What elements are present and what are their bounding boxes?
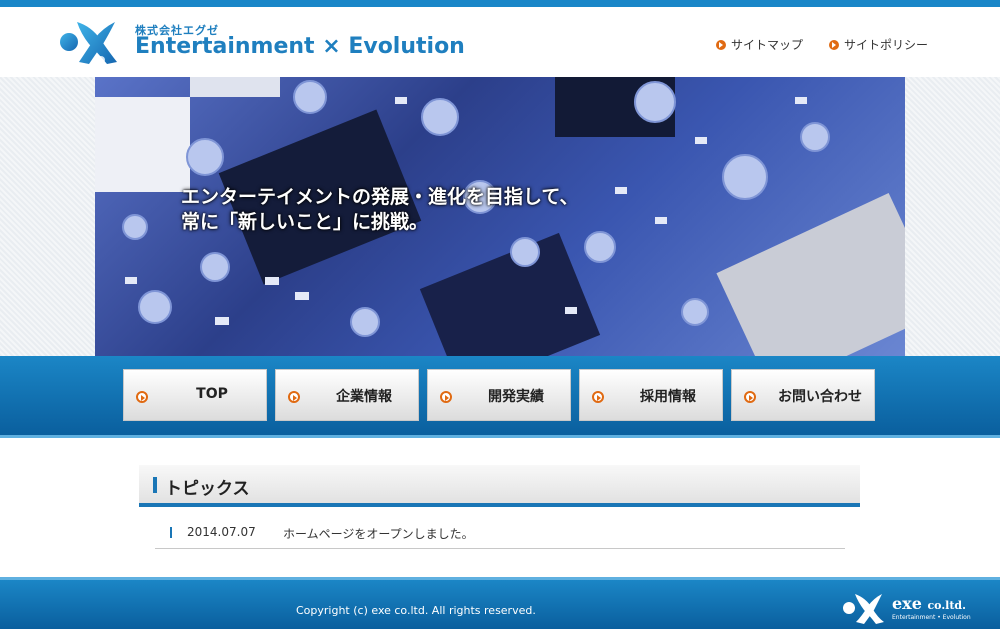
site-policy-link[interactable]: サイトポリシー bbox=[828, 36, 928, 53]
news-text-link[interactable]: ホームページをオープンしました。 bbox=[283, 525, 474, 542]
footer-brand-main: exe bbox=[892, 594, 922, 613]
site-footer: Copyright (c) exe co.ltd. All rights res… bbox=[0, 577, 1000, 629]
hero-image-circuit-board: エンターテイメントの発展・進化を目指して、 常に「新しいこと」に挑戦。 bbox=[95, 77, 905, 356]
news-bar-marker bbox=[170, 527, 172, 538]
site-logo[interactable]: 株式会社エグゼ Entertainment × Evolution bbox=[57, 16, 465, 68]
news-date: 2014.07.07 bbox=[187, 525, 256, 539]
nav-recruit-label: 採用情報 bbox=[640, 389, 696, 405]
news-item: 2014.07.07 ホームページをオープンしました。 bbox=[155, 519, 845, 549]
global-nav: TOP 企業情報 開発実績 採用情報 お問い合わせ bbox=[123, 369, 875, 421]
nav-recruit-button[interactable]: 採用情報 bbox=[579, 369, 723, 421]
topics-title: トピックス bbox=[165, 479, 250, 499]
orange-arrow-icon bbox=[136, 391, 148, 403]
global-nav-band: TOP 企業情報 開発実績 採用情報 お問い合わせ bbox=[0, 356, 1000, 438]
nav-contact-label: お問い合わせ bbox=[778, 389, 862, 405]
nav-top-button[interactable]: TOP bbox=[123, 369, 267, 421]
top-accent-strip bbox=[0, 0, 1000, 7]
orange-arrow-icon bbox=[715, 39, 726, 50]
topics-heading: トピックス bbox=[139, 465, 860, 507]
hero-copy-line2: 常に「新しいこと」に挑戦。 bbox=[181, 211, 429, 233]
sitemap-link-label: サイトマップ bbox=[730, 38, 803, 52]
orange-arrow-icon bbox=[744, 391, 756, 403]
heading-bar-marker bbox=[153, 477, 157, 493]
orange-arrow-icon bbox=[440, 391, 452, 403]
topics-section: トピックス 2014.07.07 ホームページをオープンしました。 bbox=[139, 465, 860, 549]
orange-arrow-icon bbox=[288, 391, 300, 403]
orange-arrow-icon bbox=[828, 39, 839, 50]
orange-arrow-icon bbox=[592, 391, 604, 403]
nav-company-button[interactable]: 企業情報 bbox=[275, 369, 419, 421]
hero-copy: エンターテイメントの発展・進化を目指して、 常に「新しいこと」に挑戦。 bbox=[181, 185, 578, 235]
footer-brand: exe co.ltd. bbox=[892, 594, 966, 613]
header-links: サイトマップ サイトポリシー bbox=[715, 36, 928, 53]
footer-brand-suffix: co.ltd. bbox=[927, 599, 966, 612]
nav-top-label: TOP bbox=[196, 386, 228, 402]
exe-x-logo-icon bbox=[60, 22, 117, 64]
footer-brand-tag: Entertainment • Evolution bbox=[892, 614, 971, 621]
exe-x-logo-icon bbox=[843, 594, 884, 624]
site-header: 株式会社エグゼ Entertainment × Evolution サイトマップ… bbox=[0, 7, 1000, 77]
nav-works-button[interactable]: 開発実績 bbox=[427, 369, 571, 421]
site-policy-link-label: サイトポリシー bbox=[843, 38, 928, 52]
sitemap-link[interactable]: サイトマップ bbox=[715, 36, 803, 53]
nav-contact-button[interactable]: お問い合わせ bbox=[731, 369, 875, 421]
copyright-text: Copyright (c) exe co.ltd. All rights res… bbox=[296, 604, 536, 617]
nav-company-label: 企業情報 bbox=[336, 389, 392, 405]
brand-tagline: Entertainment × Evolution bbox=[135, 34, 465, 59]
nav-works-label: 開発実績 bbox=[488, 389, 544, 405]
hero-copy-line1: エンターテイメントの発展・進化を目指して、 bbox=[181, 186, 579, 208]
footer-logo[interactable]: exe co.ltd. Entertainment • Evolution bbox=[840, 590, 980, 626]
